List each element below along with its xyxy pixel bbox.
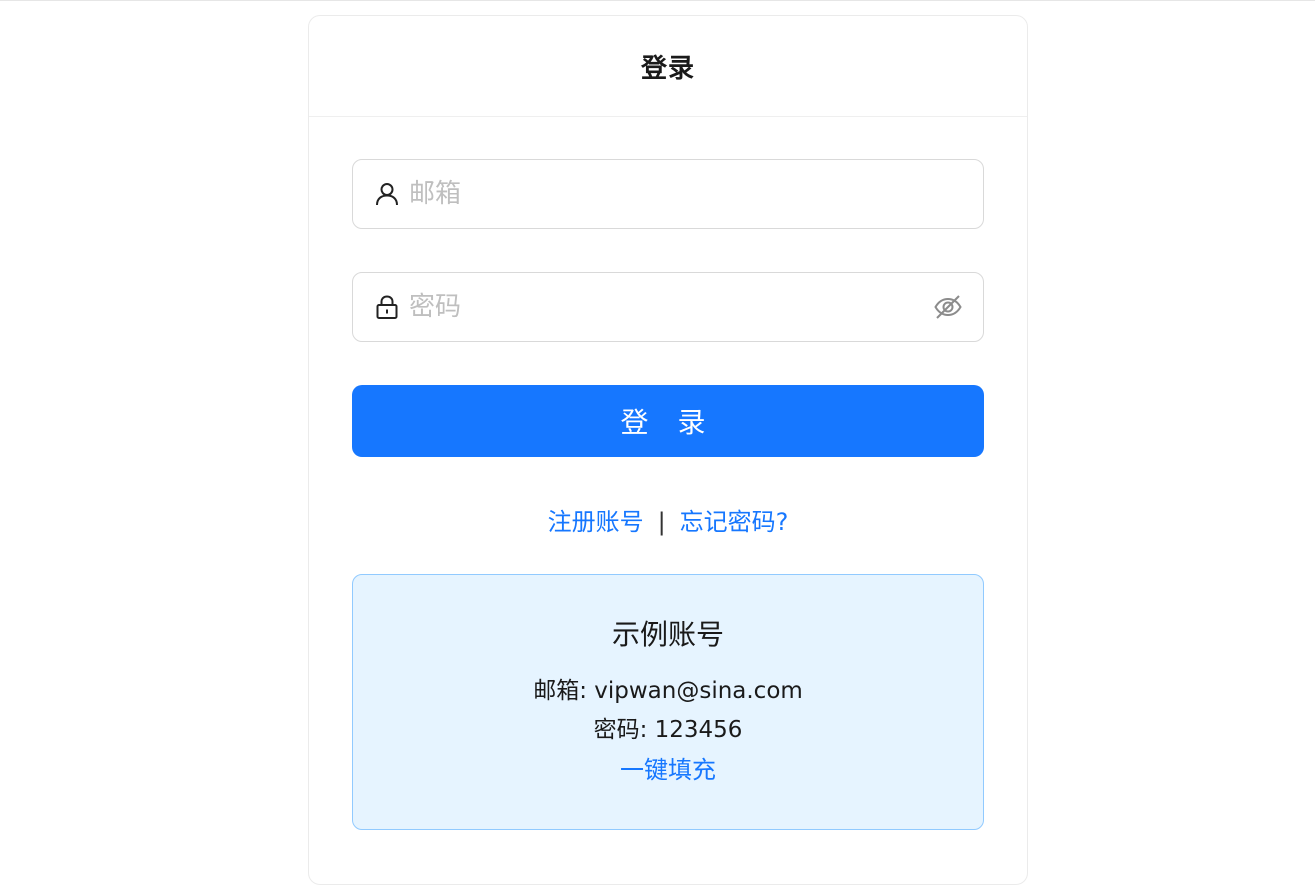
forgot-password-link[interactable]: 忘记密码? [680, 508, 789, 536]
auth-links: 注册账号 | 忘记密码? [352, 505, 984, 539]
email-field[interactable] [352, 159, 984, 229]
email-input[interactable] [409, 160, 983, 228]
register-link[interactable]: 注册账号 [548, 508, 644, 536]
lock-icon [373, 293, 401, 321]
login-button[interactable]: 登 录 [352, 385, 984, 457]
demo-password: 密码: 123456 [593, 717, 743, 743]
eye-invisible-icon[interactable] [933, 292, 963, 322]
card-header: 登录 [309, 16, 1027, 117]
demo-account-box: 示例账号 邮箱: vipwan@sina.com 密码: 123456 一键填充 [352, 574, 984, 830]
page-title: 登录 [640, 53, 695, 84]
links-separator: | [657, 508, 666, 536]
autofill-link[interactable]: 一键填充 [620, 750, 716, 785]
login-card: 登录 邮箱 登 录 注册账号 | 忘记密码? 示例账号 邮箱: vipwan@s… [308, 15, 1028, 885]
demo-email: 邮箱: vipwan@sina.com [533, 678, 803, 704]
user-icon [373, 180, 401, 208]
password-input[interactable] [409, 273, 983, 341]
password-field[interactable] [352, 272, 984, 342]
login-form: 登 录 注册账号 | 忘记密码? 示例账号 邮箱: vipwan@sina.com … [352, 159, 984, 830]
top-divider [0, 0, 1315, 1]
demo-title: 示例账号 [611, 618, 724, 651]
